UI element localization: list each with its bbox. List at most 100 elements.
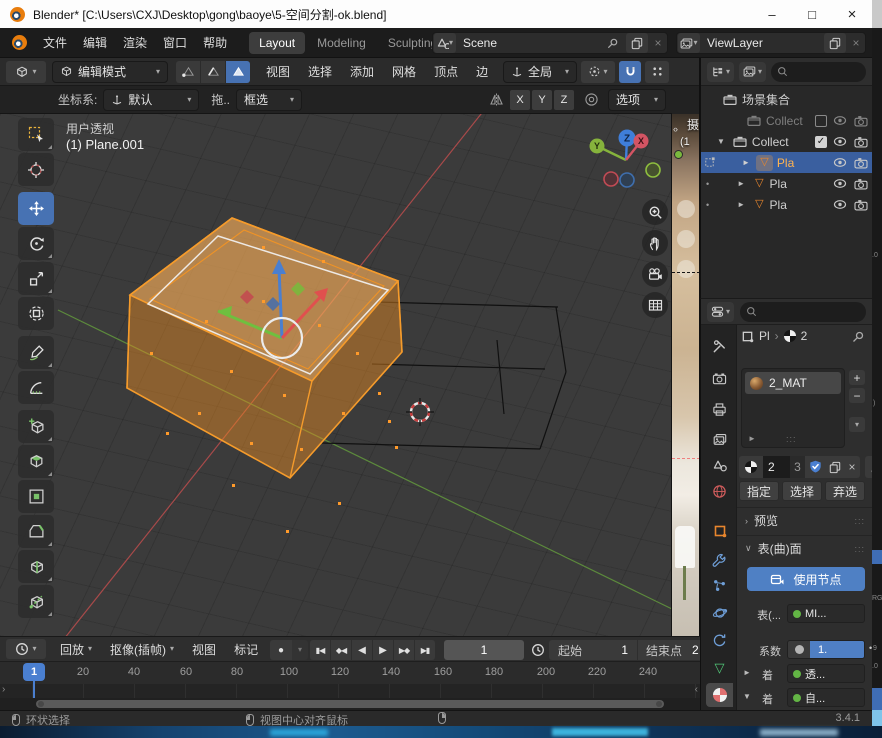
assign-button[interactable]: 指定 — [739, 481, 779, 501]
expand-icon[interactable]: ► — [737, 179, 745, 188]
camera-viewport-strip[interactable]: ‹› 摄 (1 — [672, 58, 700, 636]
hide-eye-icon[interactable] — [833, 115, 847, 126]
blender-menu-icon[interactable] — [12, 35, 27, 50]
menu-vertex[interactable]: 顶点 — [426, 63, 466, 80]
jump-to-start-button[interactable]: ▮◀ — [310, 640, 330, 660]
new-material-button[interactable] — [825, 456, 844, 478]
tool-loop-cut-button[interactable] — [18, 550, 54, 583]
gizmo-axis-x-neg[interactable] — [604, 172, 618, 186]
tool-measure-button[interactable] — [18, 371, 54, 404]
viewlayer-remove-button[interactable]: × — [847, 36, 865, 50]
render-camera-icon[interactable] — [854, 136, 868, 148]
maximize-button[interactable]: □ — [792, 0, 832, 28]
deselect-button[interactable]: 弃选 — [825, 481, 865, 501]
filter-button[interactable]: ▾ — [739, 62, 766, 82]
zoom-button[interactable] — [642, 199, 668, 225]
menu-edit[interactable]: 编辑 — [75, 34, 115, 51]
breadcrumb-material[interactable]: 2 — [801, 329, 808, 343]
outliner-row-scene-collection[interactable]: 场景集合 — [701, 89, 872, 110]
menu-select[interactable]: 选择 — [300, 63, 340, 80]
proportional-edit-icon[interactable] — [584, 92, 599, 107]
menu-view[interactable]: 视图 — [258, 63, 298, 80]
scrollbar-handle-right[interactable] — [656, 701, 662, 707]
tool-extrude-button[interactable] — [18, 445, 54, 478]
factor-slider[interactable]: 1. — [787, 640, 865, 659]
timeline-ruler[interactable]: 20 40 60 80 100 120 140 160 180 200 220 … — [0, 662, 700, 684]
play-button[interactable]: ▶ — [373, 640, 393, 660]
tab-output[interactable] — [706, 397, 733, 421]
expand-icon[interactable]: ▼ — [717, 137, 725, 146]
workspace-tab-layout[interactable]: Layout — [249, 32, 305, 54]
menu-help[interactable]: 帮助 — [195, 34, 235, 51]
fake-user-button[interactable] — [805, 456, 825, 478]
grip-icon[interactable]: ::: — [854, 544, 865, 554]
tab-view-layer[interactable] — [706, 427, 733, 451]
timeline-tick-area[interactable]: › ‹ — [0, 684, 700, 698]
hide-eye-icon[interactable] — [833, 178, 847, 189]
breadcrumb-object[interactable]: Pl — [759, 329, 770, 343]
tab-scene[interactable] — [706, 453, 733, 477]
unlink-material-button[interactable]: × — [844, 456, 860, 478]
tool-inset-button[interactable] — [18, 480, 54, 513]
coord-dropdown[interactable]: 默认 ▾ — [103, 89, 199, 111]
preview-panel-header[interactable]: › 预览 ::: — [737, 507, 872, 533]
mirror-icon[interactable] — [489, 92, 504, 107]
display-mode-button[interactable]: ▾ — [707, 62, 734, 82]
orientation-dropdown[interactable]: 全局 ▾ — [503, 61, 577, 83]
tool-scale-button[interactable] — [18, 262, 54, 295]
timeline-scrollbar[interactable] — [0, 698, 700, 710]
mirror-z-button[interactable]: Z — [554, 90, 574, 110]
navigation-gizmo[interactable]: Y Z X — [580, 122, 670, 192]
zoom-button-ghost[interactable] — [677, 200, 695, 218]
scene-browse-button[interactable]: ▾ — [434, 33, 456, 53]
select-button[interactable]: 选择 — [782, 481, 822, 501]
drag-mode-dropdown[interactable]: 框选 ▾ — [236, 89, 302, 111]
tab-physics[interactable] — [706, 600, 733, 624]
viewlayer-new-button[interactable] — [824, 33, 846, 53]
scene-new-button[interactable] — [626, 33, 648, 53]
pin-icon[interactable] — [851, 330, 865, 344]
menu-add[interactable]: 添加 — [342, 63, 382, 80]
select-mode-face-button[interactable] — [226, 61, 250, 83]
jump-to-end-button[interactable]: ▶▮ — [415, 640, 435, 660]
auto-key-button[interactable]: ● — [270, 640, 292, 660]
hide-eye-icon[interactable] — [833, 157, 847, 168]
render-camera-icon[interactable] — [854, 199, 868, 211]
play-reverse-button[interactable]: ◀ — [352, 640, 372, 660]
viewlayer-name-field[interactable]: ViewLayer — [701, 36, 823, 50]
options-dropdown[interactable]: 选项 ▾ — [608, 89, 666, 111]
grip-icon[interactable]: ::: — [854, 516, 865, 526]
hide-eye-icon[interactable] — [833, 199, 847, 210]
users-count-button[interactable]: 3 — [790, 456, 805, 478]
prev-keyframe-button[interactable]: ◆◀ — [331, 640, 351, 660]
snap-settings-button[interactable] — [645, 61, 669, 83]
shader2-dropdown[interactable]: 自... — [787, 688, 865, 707]
pan-button-ghost[interactable] — [677, 230, 695, 248]
minimize-button[interactable]: – — [752, 0, 792, 28]
node-selector-button[interactable]: ▾ — [865, 456, 872, 478]
tab-render[interactable] — [706, 367, 733, 391]
scrollbar-handle-left[interactable] — [38, 701, 44, 707]
tool-add-cube-button[interactable] — [18, 410, 54, 443]
outliner-row-collection[interactable]: ▼ Collect ✓ — [701, 131, 872, 152]
scene-name-field[interactable]: Scene — [457, 36, 625, 50]
render-camera-icon[interactable] — [854, 157, 868, 169]
menu-render[interactable]: 渲染 — [115, 34, 155, 51]
tool-select-box-button[interactable] — [18, 118, 54, 151]
tool-transform-button[interactable] — [18, 297, 54, 330]
pan-button[interactable] — [642, 230, 668, 256]
hide-eye-icon[interactable] — [833, 136, 847, 147]
properties-search-input[interactable] — [740, 302, 866, 322]
outliner-row-plane[interactable]: • ► ▽ Pla — [701, 194, 872, 215]
tool-rotate-button[interactable] — [18, 227, 54, 260]
next-keyframe-button[interactable]: ▶◆ — [394, 640, 414, 660]
render-camera-icon[interactable] — [854, 115, 868, 127]
grip-icon[interactable]: ::: — [786, 434, 797, 444]
workspace-tab-modeling[interactable]: Modeling — [307, 32, 376, 54]
playhead-badge[interactable]: 1 — [23, 663, 45, 681]
current-frame-field[interactable]: 1 — [444, 640, 524, 660]
region-expand-left[interactable]: › — [2, 684, 5, 695]
browse-material-button[interactable] — [739, 456, 763, 478]
tab-object-data[interactable]: ▽ — [706, 656, 733, 680]
tab-material[interactable] — [706, 683, 733, 707]
